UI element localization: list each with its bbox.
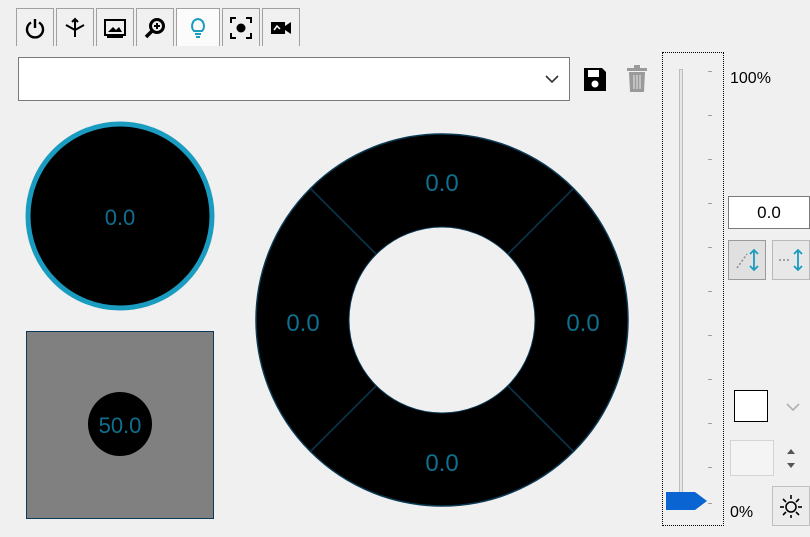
- chevron-down-icon: [786, 403, 800, 412]
- slider-max-label: 100%: [730, 70, 771, 87]
- ring-right-value: 0.0: [566, 310, 600, 337]
- ring-bottom-value: 0.0: [425, 450, 459, 477]
- slider-tick: [708, 379, 712, 380]
- light-sun-icon: [780, 495, 802, 518]
- slider-tick: [708, 71, 712, 72]
- slider-tick: [708, 423, 712, 424]
- spin-input[interactable]: [730, 440, 774, 476]
- slider-min-label: 0%: [730, 504, 754, 521]
- dashed-arrow-icon: [779, 248, 803, 272]
- ring-left-value: 0.0: [286, 310, 320, 337]
- light-toggle-button[interactable]: [772, 486, 810, 526]
- slider-tick: [708, 203, 712, 204]
- slider-track: [679, 69, 683, 499]
- color-dropdown[interactable]: [728, 384, 810, 428]
- slider-tick: [708, 159, 712, 160]
- dotted-arrow-icon: [736, 248, 759, 272]
- ring-hole: [348, 226, 536, 414]
- color-swatch: [734, 390, 768, 422]
- mode-button-1[interactable]: [728, 240, 766, 280]
- slider-tick: [708, 247, 712, 248]
- slider-tick: [708, 335, 712, 336]
- mode-button-2[interactable]: [772, 240, 810, 280]
- slider-tick: [708, 467, 712, 468]
- slider-thumb[interactable]: [665, 491, 709, 511]
- value-field[interactable]: 0.0: [728, 196, 810, 229]
- ring-top-value: 0.0: [425, 170, 459, 197]
- spin-buttons[interactable]: [778, 438, 804, 478]
- intensity-slider[interactable]: [662, 52, 724, 526]
- slider-tick: [708, 115, 712, 116]
- slider-tick: [708, 291, 712, 292]
